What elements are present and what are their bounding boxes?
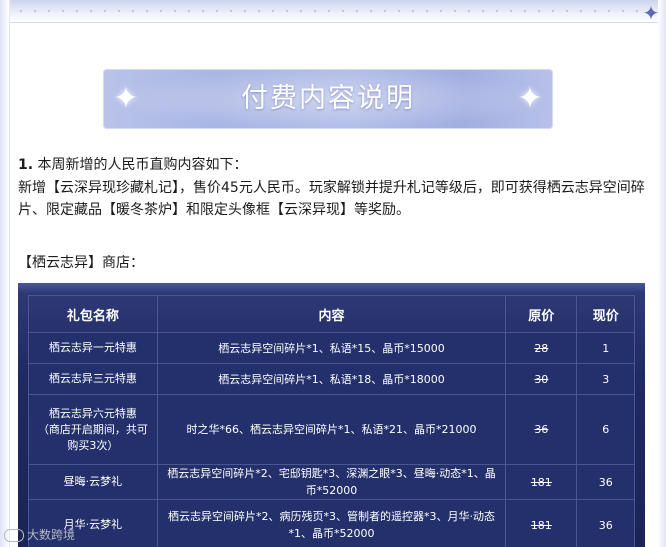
table-row: 栖云志异一元特惠 栖云志异空间碎片*1、私语*15、晶币*15000 28 1: [28, 332, 635, 364]
package-name: 昼晦·云梦礼: [28, 464, 158, 500]
header-original-price: 原价: [505, 295, 578, 333]
intro-body: 新增【云深异现珍藏札记】，售价45元人民币。玩家解锁并提升札记等级后，即可获得栖…: [18, 180, 645, 218]
package-content: 栖云志异空间碎片*2、病历残页*3、管制者的遥控器*3、月华·动态*1、晶币*5…: [156, 499, 507, 547]
package-content: 栖云志异空间碎片*1、私语*15、晶币*15000: [156, 332, 507, 364]
original-price-value: 181: [530, 475, 552, 489]
header-package-name: 礼包名称: [28, 295, 158, 333]
watermark: 大数跨境: [4, 525, 75, 545]
original-price: 30: [505, 363, 578, 395]
section-banner: ✦ 付费内容说明 ✦: [103, 69, 553, 129]
top-border-decoration: [0, 0, 666, 23]
package-content: 栖云志异空间碎片*2、宅邸钥匙*3、深渊之眼*3、昼晦·动态*1、晶币*5200…: [156, 464, 507, 500]
current-price: 36: [576, 499, 635, 547]
intro-heading: 本周新增的人民币直购内容如下：: [37, 157, 248, 173]
table-header-row: 礼包名称 内容 原价 现价: [28, 295, 635, 333]
left-border-decoration: [0, 0, 10, 547]
current-price: 3: [576, 363, 635, 395]
original-price-value: 36: [534, 423, 549, 436]
item-number: 1.: [18, 157, 34, 173]
right-border-decoration: [658, 0, 666, 547]
package-name: 栖云志异一元特惠: [28, 332, 158, 364]
table-row: 栖云志异六元特惠 （商店开启期间，共可购买3次） 时之华*66、栖云志异空间碎片…: [28, 394, 635, 465]
shop-table-panel: 礼包名称 内容 原价 现价 栖云志异一元特惠 栖云志异空间碎片*1、私语*15、…: [18, 283, 645, 547]
header-content: 内容: [156, 295, 507, 333]
watermark-logo-icon: [4, 529, 24, 542]
banner-title: 付费内容说明: [241, 83, 415, 114]
header-current-price: 现价: [576, 295, 635, 333]
current-price: 36: [576, 464, 635, 500]
package-table: 礼包名称 内容 原价 现价 栖云志异一元特惠 栖云志异空间碎片*1、私语*15、…: [28, 295, 635, 547]
table-row: 月华·云梦礼 栖云志异空间碎片*2、病历残页*3、管制者的遥控器*3、月华·动态…: [28, 499, 635, 547]
package-name: 栖云志异三元特惠: [28, 363, 158, 395]
original-price: 36: [505, 394, 578, 465]
package-content: 栖云志异空间碎片*1、私语*18、晶币*18000: [156, 363, 507, 395]
original-price: 28: [505, 332, 578, 364]
original-price: 181: [505, 464, 578, 500]
shop-label: 【栖云志异】商店：: [18, 255, 144, 271]
original-price-value: 181: [530, 518, 552, 532]
current-price: 1: [576, 332, 635, 364]
sparkle-icon: ✦: [517, 81, 543, 116]
table-row: 昼晦·云梦礼 栖云志异空间碎片*2、宅邸钥匙*3、深渊之眼*3、昼晦·动态*1、…: [28, 464, 635, 500]
watermark-text: 大数跨境: [27, 528, 76, 542]
original-price-value: 30: [534, 372, 549, 386]
four-point-star-icon: ✦: [642, 1, 660, 25]
original-price: 181: [505, 499, 578, 547]
original-price-value: 28: [534, 341, 549, 355]
intro-heading-line: 1. 本周新增的人民币直购内容如下：: [18, 154, 646, 176]
package-content: 时之华*66、栖云志异空间碎片*1、私语*21、晶币*21000: [156, 394, 507, 465]
package-name: 栖云志异六元特惠 （商店开启期间，共可购买3次）: [28, 394, 158, 465]
current-price: 6: [576, 394, 635, 465]
table-row: 栖云志异三元特惠 栖云志异空间碎片*1、私语*18、晶币*18000 30 3: [28, 363, 635, 395]
